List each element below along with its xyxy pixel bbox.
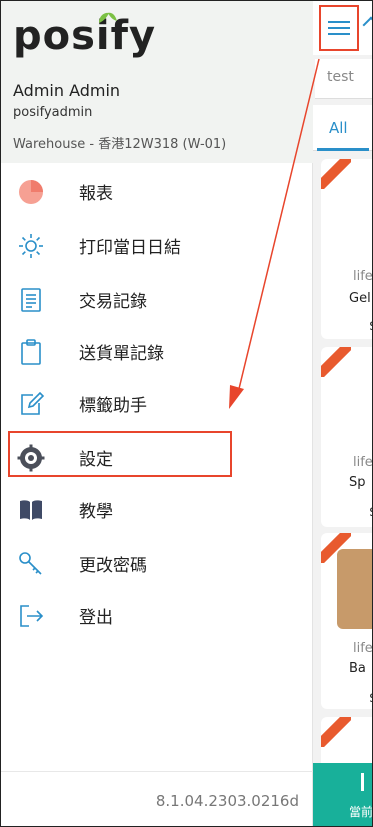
menu-label: 更改密碼 xyxy=(79,555,147,576)
cart-icon xyxy=(361,773,371,791)
logo-text: posify xyxy=(13,13,157,59)
product-name: Gel I xyxy=(349,291,372,306)
edit-note-icon xyxy=(17,390,45,418)
product-price: $ xyxy=(369,505,372,520)
posify-logo: posify xyxy=(13,11,157,61)
warehouse-label: Warehouse - 香港12W318 (W-01) xyxy=(13,137,227,152)
key-icon xyxy=(17,550,45,578)
document-list-icon xyxy=(17,286,45,314)
product-card[interactable]: life Gel I $ xyxy=(321,159,373,339)
hamburger-menu-button[interactable] xyxy=(319,5,359,51)
menu-item-label-helper[interactable]: 標籤助手 xyxy=(1,377,313,429)
menu-item-reports[interactable]: 報表 xyxy=(1,165,313,217)
logout-icon xyxy=(17,602,45,630)
cart-bottom-label: 當前 xyxy=(349,805,373,819)
user-login: posifyadmin xyxy=(13,105,93,120)
badge-icon xyxy=(321,347,351,377)
menu-label: 交易記錄 xyxy=(79,291,147,312)
badge-icon xyxy=(321,717,351,747)
drawer-header: posify Admin Admin posifyadmin Warehouse… xyxy=(1,1,313,163)
hamburger-line-icon xyxy=(328,27,350,29)
category-tabs: All xyxy=(313,105,372,151)
menu-label: 教學 xyxy=(79,501,113,522)
product-image xyxy=(337,549,372,629)
menu-item-transactions[interactable]: 交易記錄 xyxy=(1,273,313,325)
app-version: 8.1.04.2303.0216d xyxy=(155,792,299,810)
product-name: Sp xyxy=(349,475,366,490)
menu-item-delivery-notes[interactable]: 送貨單記錄 xyxy=(1,325,313,377)
navigation-drawer: posify Admin Admin posifyadmin Warehouse… xyxy=(1,1,313,826)
app-frame: test All life Gel I $ life Sp $ life Ba … xyxy=(0,0,373,827)
menu-label: 送貨單記錄 xyxy=(79,343,164,364)
hamburger-line-icon xyxy=(328,33,350,35)
tab-indicator xyxy=(317,148,369,151)
product-page: test All life Gel I $ life Sp $ life Ba … xyxy=(313,1,373,826)
menu-item-change-password[interactable]: 更改密碼 xyxy=(1,537,313,589)
product-card[interactable]: life Ba $ xyxy=(321,533,373,709)
clipboard-icon xyxy=(17,338,45,366)
menu-item-logout[interactable]: 登出 xyxy=(1,589,313,641)
menu-label: 標籤助手 xyxy=(79,395,147,416)
menu-item-tutorial[interactable]: 教學 xyxy=(1,483,313,535)
product-card[interactable]: life Sp $ xyxy=(321,347,373,527)
user-name: Admin Admin xyxy=(13,81,121,100)
product-price: $ xyxy=(369,319,372,334)
menu-label: 打印當日日結 xyxy=(79,237,181,258)
pie-chart-icon xyxy=(17,178,45,206)
badge-icon xyxy=(321,159,351,189)
search-input[interactable]: test xyxy=(315,59,372,99)
chevron-icon[interactable] xyxy=(362,16,372,34)
settings-highlight-box xyxy=(8,431,232,477)
tab-all[interactable]: All xyxy=(329,119,348,137)
sun-icon xyxy=(17,232,45,260)
product-brand: life xyxy=(353,641,373,656)
menu-label: 登出 xyxy=(79,607,113,628)
top-bar xyxy=(313,1,372,55)
leaf-icon xyxy=(99,12,117,23)
book-icon xyxy=(17,496,45,524)
menu-label: 報表 xyxy=(79,183,113,204)
menu-item-daily-report[interactable]: 打印當日日結 xyxy=(1,219,313,271)
product-brand: life xyxy=(353,455,373,470)
search-input-value: test xyxy=(327,69,354,85)
cart-bottom-bar[interactable]: 當前 xyxy=(313,763,373,826)
drawer-footer: 8.1.04.2303.0216d xyxy=(1,771,313,826)
product-price: $ xyxy=(369,691,372,706)
hamburger-line-icon xyxy=(328,21,350,23)
product-brand: life xyxy=(353,269,373,284)
product-name: Ba xyxy=(349,661,366,676)
